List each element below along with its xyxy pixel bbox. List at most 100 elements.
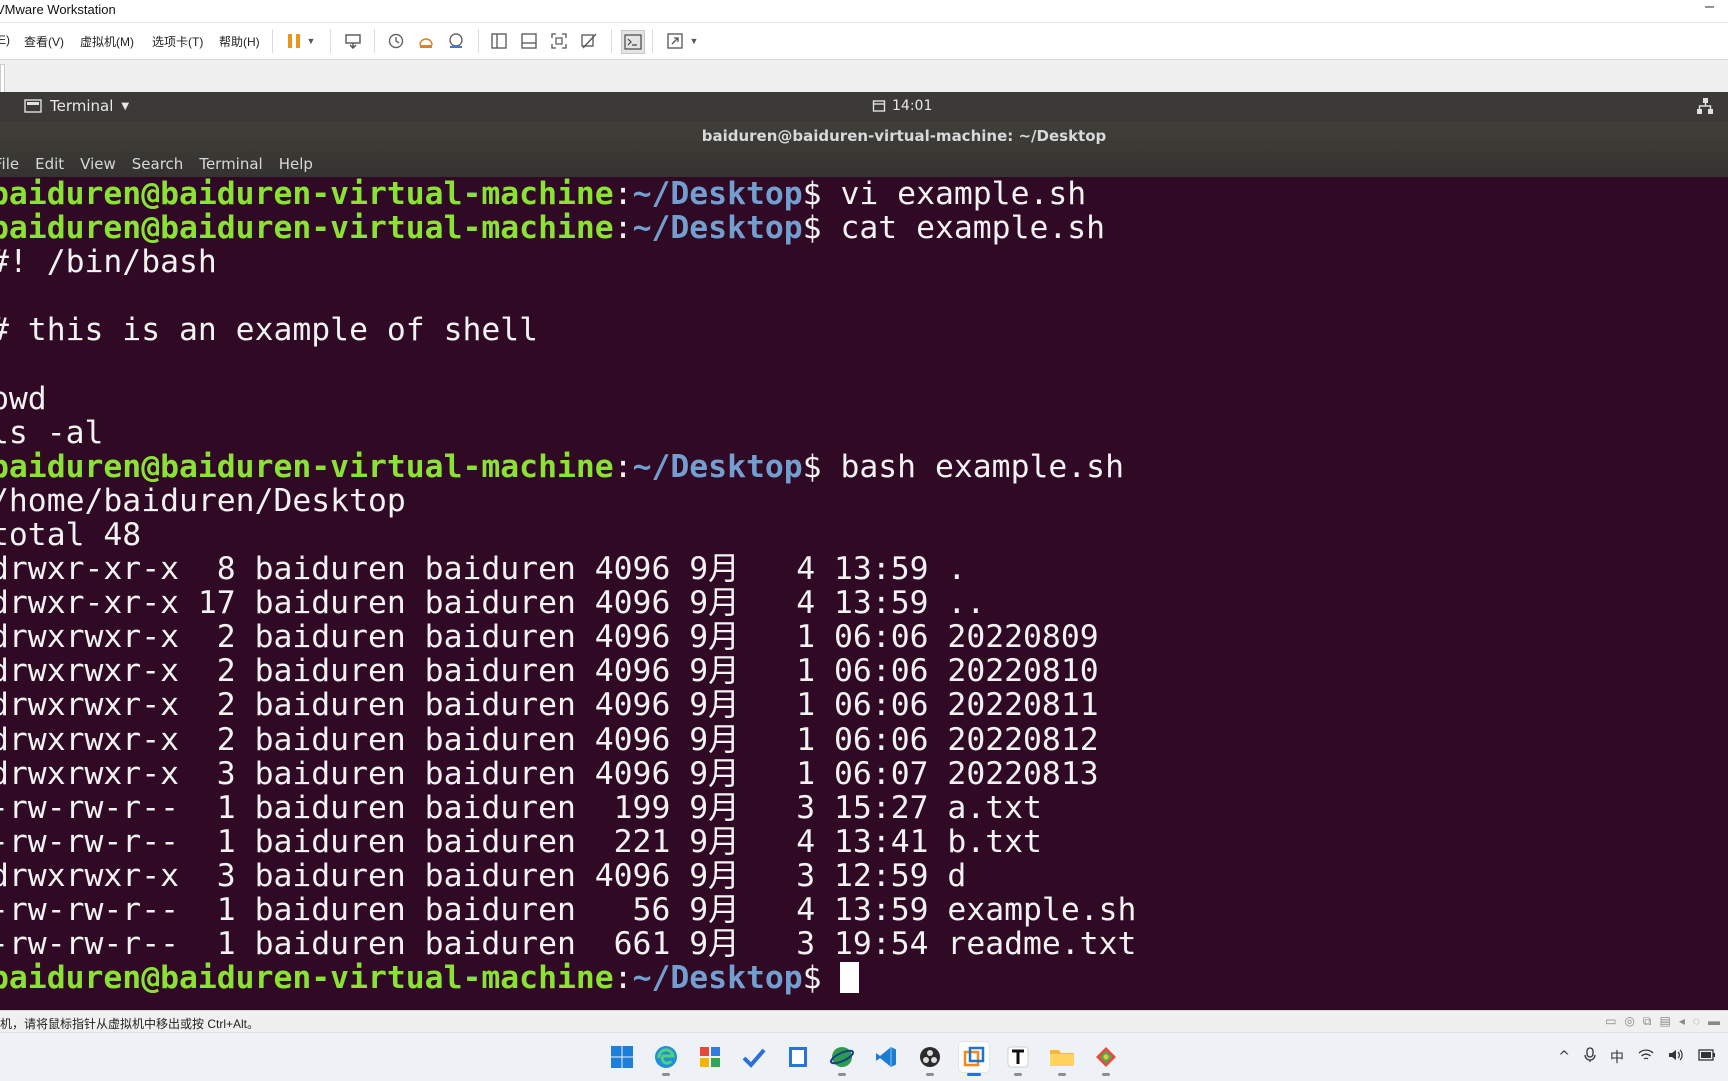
- vscode-icon[interactable]: [870, 1041, 902, 1073]
- console-view-icon[interactable]: [621, 30, 645, 54]
- menu-edit[interactable]: Edit: [35, 155, 64, 173]
- clock-time: 14:01: [892, 98, 933, 114]
- toolbar-separator: [652, 29, 653, 53]
- menu-search[interactable]: Search: [132, 155, 184, 173]
- output-line: pwd: [0, 380, 47, 417]
- app-menu[interactable]: Terminal ▼: [24, 97, 129, 115]
- device-icons: ▭ ◎ ⧉ ▤ ◂ ◌ ▬: [1605, 1014, 1720, 1029]
- vm-tab[interactable]: [0, 64, 5, 93]
- windows-taskbar: ^ 中: [0, 1032, 1728, 1081]
- menu-terminal[interactable]: Terminal: [199, 155, 262, 173]
- output-line: drwxrwxr-x 3 baiduren baiduren 4096 9月 3…: [0, 857, 967, 894]
- prompt-dollar: $: [802, 210, 841, 247]
- chevron-up-icon[interactable]: ^: [1558, 1049, 1570, 1065]
- status-message: 机，请将鼠标指针从虚拟机中移出或按 Ctrl+Alt。: [0, 1017, 260, 1031]
- calendar-icon: [872, 100, 886, 112]
- volume-icon[interactable]: [1668, 1048, 1684, 1066]
- todo-icon[interactable]: [738, 1041, 770, 1073]
- chevron-down-icon[interactable]: ▼: [305, 30, 317, 52]
- extension-icon[interactable]: [1090, 1041, 1122, 1076]
- prompt-line: baiduren@baiduren-virtual-machine:~/Desk…: [0, 211, 1136, 245]
- hdd-icon[interactable]: ▭: [1605, 1014, 1616, 1029]
- revert-snapshot-icon[interactable]: [415, 30, 437, 52]
- network-icon[interactable]: [1696, 97, 1714, 119]
- prompt-dollar: $: [802, 177, 841, 212]
- start-icon[interactable]: [606, 1041, 638, 1073]
- edge-icon[interactable]: [650, 1041, 682, 1076]
- menu-view[interactable]: 查看(V): [24, 33, 64, 50]
- minimize-button[interactable]: –: [1705, 0, 1714, 16]
- prompt-dollar: $: [802, 960, 841, 997]
- output-line: -rw-rw-r-- 1 baiduren baiduren 199 9月 3 …: [0, 789, 1042, 826]
- toolbar-separator: [478, 29, 479, 53]
- snapshot-icon[interactable]: [385, 30, 407, 52]
- microphone-icon[interactable]: [1584, 1047, 1596, 1067]
- output-line: ls -al: [0, 414, 104, 451]
- network-adapter-icon[interactable]: ⧉: [1643, 1014, 1652, 1029]
- vmware-toolbar: E) 查看(V) 虚拟机(M) 选项卡(T) 帮助(H) ▼ ▼: [0, 23, 1728, 60]
- output-line: total 48: [0, 516, 142, 553]
- output-line: #! /bin/bash: [0, 244, 217, 281]
- send-keys-icon[interactable]: [342, 30, 364, 52]
- menu-tabs[interactable]: 选项卡(T): [152, 33, 203, 50]
- menu-help[interactable]: Help: [279, 155, 313, 173]
- prompt-line: baiduren@baiduren-virtual-machine:~/Desk…: [0, 450, 1136, 484]
- vmware-icon[interactable]: [958, 1041, 990, 1076]
- browser-globe-icon[interactable]: [826, 1041, 858, 1076]
- output-line: drwxrwxr-x 2 baiduren baiduren 4096 9月 1…: [0, 619, 1099, 656]
- menu-file[interactable]: File: [0, 155, 19, 173]
- prompt-directory: ~/Desktop: [632, 210, 803, 247]
- thumbnail-bar-icon[interactable]: [518, 30, 540, 52]
- battery-icon[interactable]: [1698, 1049, 1716, 1065]
- output-line: drwxrwxr-x 2 baiduren baiduren 4096 9月 1…: [0, 721, 1099, 758]
- display-icon[interactable]: ▬: [1708, 1014, 1720, 1029]
- app-grid-icon[interactable]: [694, 1041, 726, 1073]
- usb-icon[interactable]: ◌: [1693, 1014, 1700, 1029]
- prompt-separator: :: [613, 210, 633, 247]
- prompt-directory: ~/Desktop: [632, 960, 803, 997]
- prompt-user: baiduren@baiduren-virtual-machine: [0, 448, 614, 485]
- terminal-app-icon: [24, 99, 42, 113]
- toolbar-separator: [272, 29, 273, 53]
- output-line: drwxr-xr-x 17 baiduren baiduren 4096 9月 …: [0, 585, 986, 622]
- unity-mode-icon[interactable]: [578, 30, 600, 52]
- terminal-menu-bar: File Edit View Search Terminal Help: [0, 155, 313, 173]
- prompt-directory: ~/Desktop: [632, 177, 803, 212]
- obs-icon[interactable]: [914, 1041, 946, 1076]
- fullscreen-icon[interactable]: [548, 30, 570, 52]
- notes-icon[interactable]: [782, 1041, 814, 1073]
- output-line: drwxrwxr-x 2 baiduren baiduren 4096 9月 1…: [0, 653, 1099, 690]
- toolbar-separator: [374, 29, 375, 53]
- system-tray: ^ 中: [1558, 1033, 1728, 1081]
- file-explorer-icon[interactable]: [1046, 1041, 1078, 1076]
- cd-icon[interactable]: ◎: [1624, 1014, 1634, 1029]
- terminal-body[interactable]: baiduren@baiduren-virtual-machine:~/Desk…: [0, 177, 1728, 1010]
- stretch-guest-icon[interactable]: [664, 30, 686, 52]
- menu-help[interactable]: 帮助(H): [219, 33, 260, 50]
- menu-vm[interactable]: 虚拟机(M): [80, 33, 134, 50]
- snapshot-manager-icon[interactable]: [445, 30, 467, 52]
- output-line: -rw-rw-r-- 1 baiduren baiduren 221 9月 4 …: [0, 823, 1042, 860]
- ime-indicator[interactable]: 中: [1610, 1047, 1624, 1067]
- sidebar-toggle-icon[interactable]: [488, 30, 510, 52]
- clock[interactable]: 14:01: [872, 98, 932, 114]
- prompt-separator: :: [613, 960, 633, 997]
- prompt-user: baiduren@baiduren-virtual-machine: [0, 177, 614, 212]
- chevron-down-icon: ▼: [121, 100, 130, 112]
- pause-icon[interactable]: [283, 30, 305, 52]
- menu-edit[interactable]: E): [0, 33, 10, 47]
- prompt-separator: :: [613, 448, 633, 485]
- typora-icon[interactable]: [1002, 1041, 1034, 1076]
- vm-tab-strip: [0, 60, 1728, 93]
- chevron-down-icon[interactable]: ▼: [688, 30, 700, 52]
- menu-view[interactable]: View: [80, 155, 116, 173]
- prompt-user: baiduren@baiduren-virtual-machine: [0, 210, 614, 247]
- printer-icon[interactable]: ▤: [1659, 1014, 1670, 1029]
- ubuntu-top-bar: Terminal ▼ 14:01: [0, 92, 1728, 122]
- prompt-user: baiduren@baiduren-virtual-machine: [0, 960, 614, 997]
- sound-icon[interactable]: ◂: [1679, 1014, 1685, 1029]
- toolbar-separator: [330, 29, 331, 53]
- wifi-icon[interactable]: [1638, 1048, 1654, 1066]
